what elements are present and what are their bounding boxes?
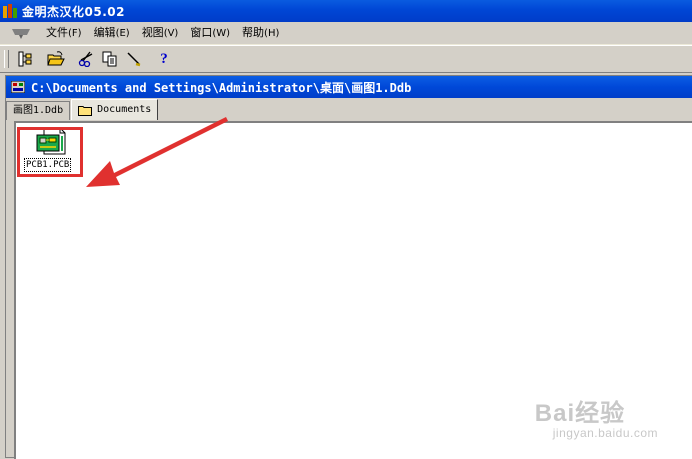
help-button[interactable]: ?	[153, 48, 175, 70]
copy-button[interactable]	[99, 48, 121, 70]
toolbar: ?	[0, 45, 692, 73]
document-title-bar[interactable]: C:\Documents and Settings\Administrator\…	[6, 76, 692, 98]
tab-database[interactable]: 画图1.Ddb	[6, 101, 71, 120]
menu-file[interactable]: 文件(F)	[40, 22, 88, 45]
menu-help[interactable]: 帮助(H)	[236, 22, 285, 45]
cut-icon	[78, 51, 93, 67]
watermark-url: jingyan.baidu.com	[552, 426, 658, 440]
menu-bar: 文件(F) 编辑(E) 视图(V) 窗口(W) 帮助(H)	[0, 22, 692, 45]
annotation-highlight-box	[17, 127, 83, 177]
menu-window[interactable]: 窗口(W)	[184, 22, 236, 45]
app-title: 金明杰汉化05.02	[22, 4, 125, 19]
app-icon	[3, 4, 17, 18]
menu-view[interactable]: 视图(V)	[136, 22, 185, 45]
system-menu-icon[interactable]	[10, 26, 34, 40]
tab-database-label: 画图1.Ddb	[13, 105, 64, 116]
help-icon: ?	[160, 50, 168, 67]
copy-icon	[102, 51, 117, 67]
document-path: C:\Documents and Settings\Administrator\…	[31, 80, 412, 95]
annotation-arrow-icon	[86, 117, 228, 187]
open-button[interactable]	[45, 48, 67, 70]
watermark: Bai经验 jingyan.baidu.com	[535, 393, 658, 440]
paste-icon	[127, 52, 141, 67]
explorer-tree-icon	[18, 51, 32, 67]
watermark-logo-text: Bai经验	[534, 400, 626, 427]
app-title-bar[interactable]: 金明杰汉化05.02	[0, 0, 692, 22]
paste-button[interactable]	[123, 48, 145, 70]
cut-button[interactable]	[75, 48, 97, 70]
open-folder-icon	[47, 51, 65, 66]
database-icon	[11, 81, 25, 93]
toolbar-grip[interactable]	[4, 50, 9, 68]
explorer-tree-button[interactable]	[15, 48, 37, 70]
menu-edit[interactable]: 编辑(E)	[88, 22, 136, 45]
